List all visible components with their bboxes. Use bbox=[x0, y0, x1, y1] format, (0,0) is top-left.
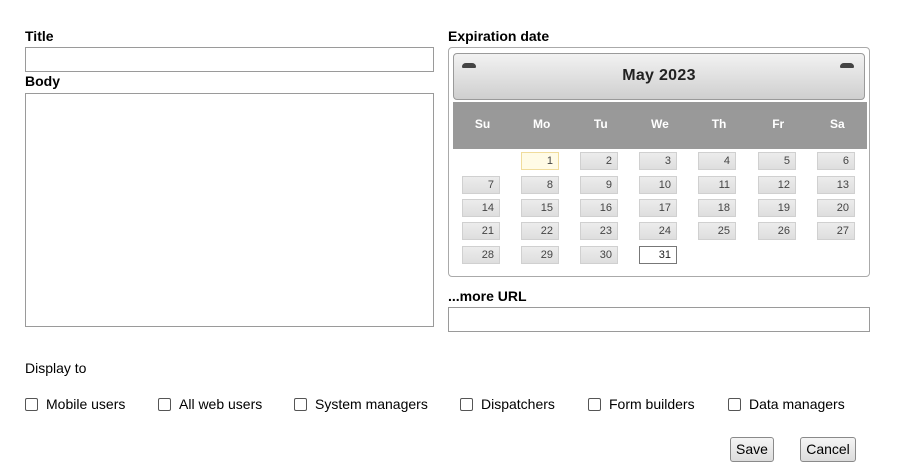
calendar-day[interactable]: 4 bbox=[698, 152, 736, 170]
calendar-day[interactable]: 15 bbox=[521, 199, 559, 217]
weekday-th: Th bbox=[711, 117, 727, 131]
checkbox-label: Dispatchers bbox=[481, 396, 555, 412]
calendar-day[interactable]: 30 bbox=[580, 246, 618, 264]
weekday-we: We bbox=[651, 117, 669, 131]
calendar-day[interactable]: 2 bbox=[580, 152, 618, 170]
calendar-day[interactable]: 25 bbox=[698, 222, 736, 240]
calendar-day[interactable]: 24 bbox=[639, 222, 677, 240]
calendar-day[interactable]: 17 bbox=[639, 199, 677, 217]
calendar-day[interactable]: 21 bbox=[462, 222, 500, 240]
calendar-day[interactable]: 9 bbox=[580, 176, 618, 194]
calendar-day[interactable]: 13 bbox=[817, 176, 855, 194]
calendar-day[interactable]: 27 bbox=[817, 222, 855, 240]
calendar-day[interactable]: 12 bbox=[758, 176, 796, 194]
cancel-button[interactable]: Cancel bbox=[800, 437, 856, 462]
checkbox-system-managers[interactable]: System managers bbox=[294, 396, 428, 412]
datepicker-header: May 2023 bbox=[453, 53, 865, 100]
title-label: Title bbox=[25, 28, 54, 44]
checkbox-label: Mobile users bbox=[46, 396, 126, 412]
calendar-day[interactable]: 29 bbox=[521, 246, 559, 264]
calendar-day[interactable]: 3 bbox=[639, 152, 677, 170]
calendar-day[interactable]: 6 bbox=[817, 152, 855, 170]
next-arrow-icon[interactable] bbox=[840, 61, 856, 71]
checkbox-form-builders[interactable]: Form builders bbox=[588, 396, 695, 412]
calendar-day[interactable]: 10 bbox=[639, 176, 677, 194]
calendar-day[interactable]: 19 bbox=[758, 199, 796, 217]
calendar-day[interactable]: 28 bbox=[462, 246, 500, 264]
calendar-day[interactable]: 1 bbox=[521, 152, 559, 170]
weekday-fr: Fr bbox=[772, 117, 785, 131]
checkbox-box[interactable] bbox=[460, 397, 473, 411]
weekday-mo: Mo bbox=[533, 117, 551, 131]
checkbox-box[interactable] bbox=[25, 397, 38, 411]
calendar-day[interactable]: 11 bbox=[698, 176, 736, 194]
checkbox-label: Data managers bbox=[749, 396, 845, 412]
checkbox-label: Form builders bbox=[609, 396, 695, 412]
checkbox-label: System managers bbox=[315, 396, 428, 412]
more-url-label: ...more URL bbox=[448, 288, 527, 304]
checkbox-label: All web users bbox=[179, 396, 263, 412]
calendar-day[interactable]: 22 bbox=[521, 222, 559, 240]
checkbox-box[interactable] bbox=[728, 397, 741, 411]
checkbox-box[interactable] bbox=[158, 397, 171, 411]
calendar-day[interactable]: 31 bbox=[639, 246, 677, 264]
weekday-header-row: Su Mo Tu We Th Fr Sa bbox=[453, 102, 867, 149]
checkbox-data-managers[interactable]: Data managers bbox=[728, 396, 845, 412]
title-input[interactable] bbox=[25, 47, 434, 72]
checkbox-mobile-users[interactable]: Mobile users bbox=[25, 396, 125, 412]
expiration-datepicker: May 2023 Su Mo Tu We Th Fr Sa 1234567891… bbox=[448, 47, 870, 277]
calendar-day[interactable]: 18 bbox=[698, 199, 736, 217]
calendar-day[interactable]: 14 bbox=[462, 199, 500, 217]
checkbox-dispatchers[interactable]: Dispatchers bbox=[460, 396, 555, 412]
checkbox-box[interactable] bbox=[588, 397, 601, 411]
calendar-day[interactable]: 20 bbox=[817, 199, 855, 217]
body-textarea[interactable] bbox=[25, 93, 434, 327]
expiration-date-label: Expiration date bbox=[448, 28, 550, 44]
body-label: Body bbox=[25, 73, 60, 89]
calendar-day[interactable]: 23 bbox=[580, 222, 618, 240]
calendar-day[interactable]: 16 bbox=[580, 199, 618, 217]
weekday-su: Su bbox=[474, 117, 491, 131]
calendar-day[interactable]: 8 bbox=[521, 176, 559, 194]
weekday-sa: Sa bbox=[829, 117, 845, 131]
display-to-label: Display to bbox=[25, 360, 87, 376]
datepicker-month-title: May 2023 bbox=[622, 67, 696, 84]
calendar-day[interactable]: 26 bbox=[758, 222, 796, 240]
calendar-day[interactable]: 5 bbox=[758, 152, 796, 170]
save-button[interactable]: Save bbox=[730, 437, 774, 462]
weekday-tu: Tu bbox=[593, 117, 608, 131]
checkbox-all-web-users[interactable]: All web users bbox=[158, 396, 262, 412]
checkbox-box[interactable] bbox=[294, 397, 307, 411]
more-url-input[interactable] bbox=[448, 307, 870, 332]
calendar-day[interactable]: 7 bbox=[462, 176, 500, 194]
